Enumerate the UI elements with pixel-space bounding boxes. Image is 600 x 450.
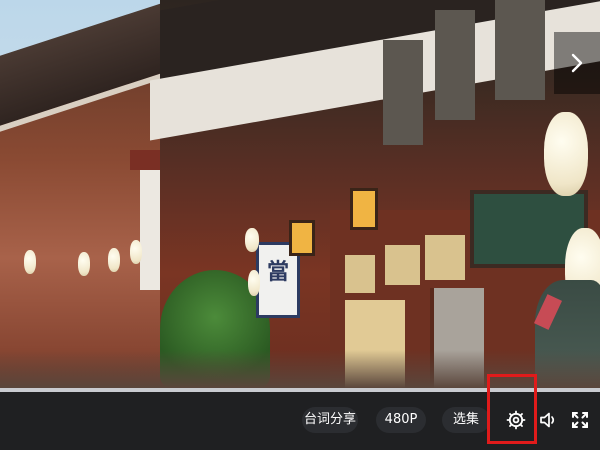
wall-panel	[425, 235, 465, 280]
speaker-icon	[540, 412, 555, 428]
video-player: 當 台词分享 480P 选集	[0, 0, 600, 450]
subtitle-share-button[interactable]: 台词分享	[302, 407, 358, 433]
window-shutter	[495, 0, 545, 100]
fullscreen-button[interactable]	[568, 408, 592, 432]
window-shutter	[435, 10, 475, 120]
paper-lantern	[130, 240, 142, 264]
next-video-button[interactable]	[554, 32, 600, 94]
yellow-lantern	[350, 188, 378, 230]
volume-button[interactable]	[536, 408, 560, 432]
wall-panel	[385, 245, 420, 285]
quality-button[interactable]: 480P	[376, 407, 426, 433]
episodes-button[interactable]: 选集	[442, 407, 490, 433]
wall-panel	[345, 255, 375, 293]
paper-lantern	[24, 250, 36, 274]
yellow-lantern	[289, 220, 315, 256]
paper-lantern	[248, 270, 260, 296]
paper-lantern	[544, 112, 588, 196]
fullscreen-icon	[572, 412, 588, 428]
paper-lantern	[245, 228, 259, 252]
settings-highlight-box	[487, 374, 537, 444]
paper-lantern	[108, 248, 120, 272]
paper-lantern	[78, 252, 90, 276]
video-frame[interactable]: 當	[0, 0, 600, 388]
chevron-right-icon	[571, 53, 583, 73]
window-shutter	[383, 40, 423, 145]
